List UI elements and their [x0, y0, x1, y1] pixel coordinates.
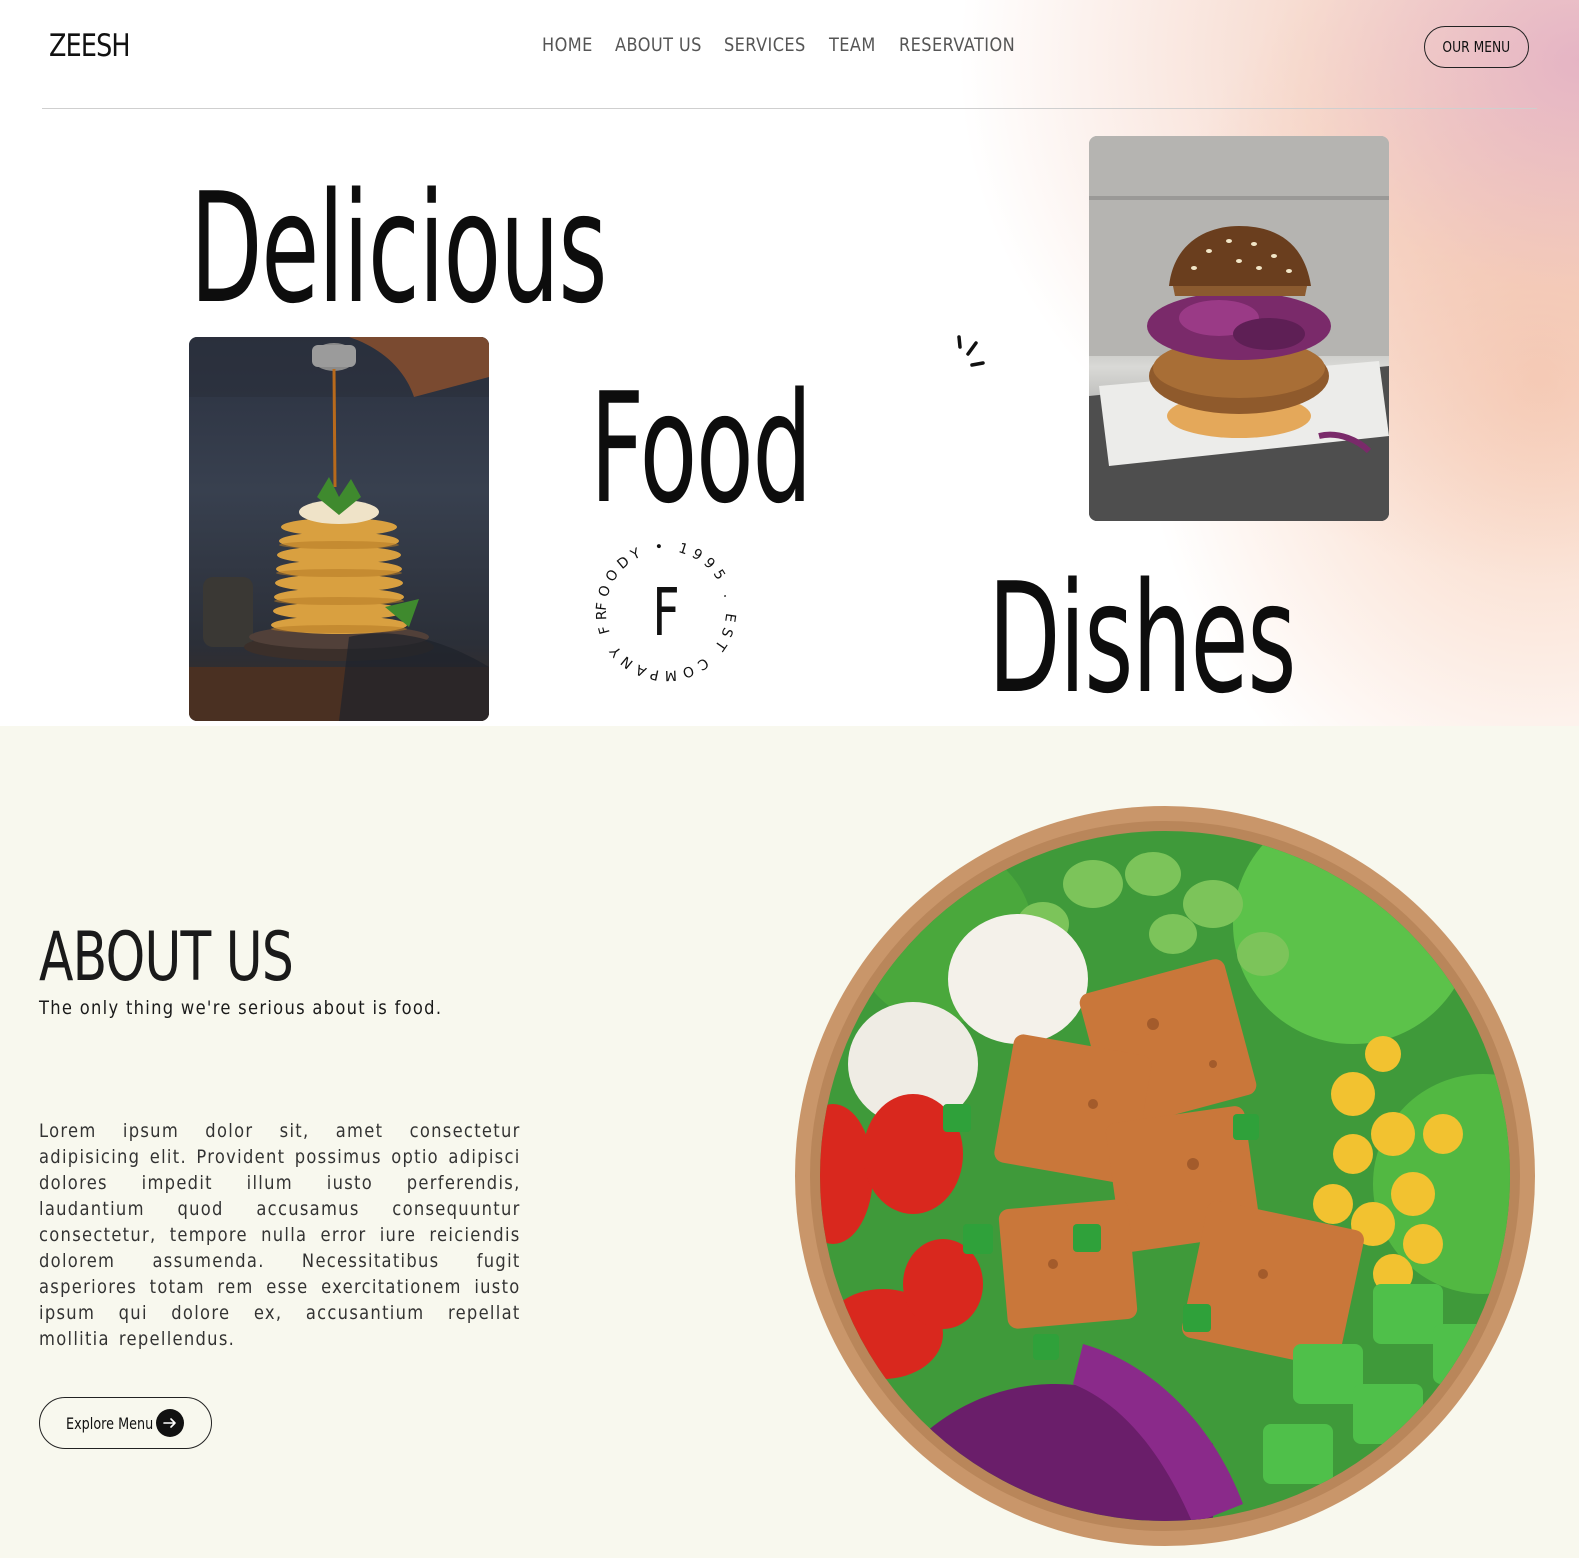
about-title: ABOUT US: [39, 918, 294, 997]
hero-section: ZEESH HOME ABOUT US SERVICES TEAM RESERV…: [0, 0, 1579, 726]
hero-word-dishes: Dishes: [988, 550, 1296, 726]
nav-home[interactable]: HOME: [542, 34, 604, 56]
about-body-text: Lorem ipsum dolor sit, amet consectetur …: [39, 1120, 521, 1350]
explore-menu-label: Explore Menu: [66, 1413, 154, 1433]
nav-reservation[interactable]: RESERVATION: [899, 34, 1018, 56]
hero-word-food: Food: [590, 360, 812, 537]
main-nav: HOME ABOUT US SERVICES TEAM RESERVATION: [542, 34, 1039, 56]
header-divider: [42, 108, 1537, 109]
nav-about-us[interactable]: ABOUT US: [615, 34, 708, 56]
hero-word-delicious: Delicious: [190, 160, 607, 337]
burger-image: [1089, 136, 1389, 521]
about-section: ABOUT US The only thing we're serious ab…: [0, 726, 1579, 1558]
pancake-stack-image: [189, 337, 489, 721]
our-menu-button[interactable]: OUR MENU: [1424, 26, 1529, 68]
arrow-right-icon: [156, 1409, 184, 1437]
fresh-company-stamp: FOODY • 1995 . EST COMPANY FRESH F: [590, 535, 733, 683]
nav-team[interactable]: TEAM: [829, 34, 889, 56]
sparkle-icon: [957, 335, 985, 367]
stamp-letter: F: [652, 574, 679, 651]
brand-logo[interactable]: ZEESH: [49, 28, 131, 64]
about-subtitle: The only thing we're serious about is fo…: [39, 997, 443, 1019]
salad-bowl-image: [795, 806, 1535, 1546]
nav-services[interactable]: SERVICES: [724, 34, 813, 56]
our-menu-label: OUR MENU: [1442, 38, 1511, 56]
explore-menu-button[interactable]: Explore Menu: [39, 1397, 212, 1449]
